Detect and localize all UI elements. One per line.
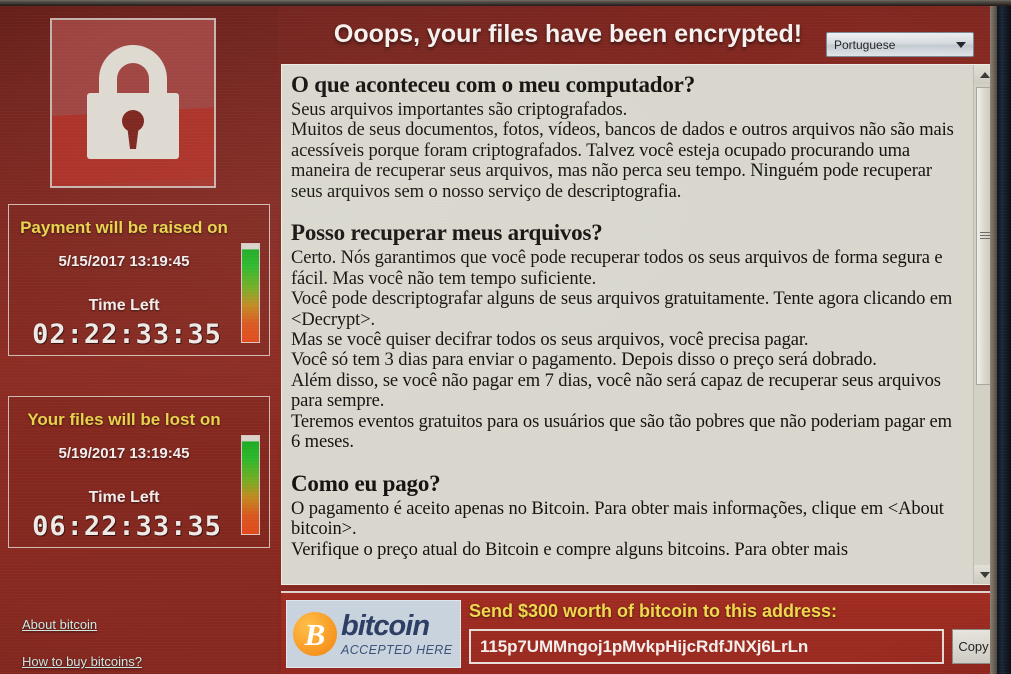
section-text: Você só tem 3 dias para enviar o pagamen… <box>291 350 877 371</box>
how-to-buy-bitcoins-link[interactable]: How to buy bitcoins? <box>22 654 142 669</box>
section-text: Seus arquivos importantes são criptograf… <box>291 100 628 121</box>
section-heading-what-happened: O que aconteceu com o meu computador? <box>291 72 695 97</box>
countdown-date: 5/19/2017 13:19:45 <box>58 445 190 462</box>
language-select[interactable]: Portuguese <box>826 32 974 57</box>
countdown-digits: 06:22:33:35 <box>32 511 222 542</box>
section-text: Certo. Nós garantimos que você pode recu… <box>291 248 943 289</box>
bitcoin-logo-subtitle: ACCEPTED HERE <box>341 642 453 657</box>
bitcoin-coin-icon: B <box>293 612 337 656</box>
page-title: Ooops, your files have been encrypted! <box>333 20 803 48</box>
ransomware-window: Payment will be raised on 5/15/2017 13:1… <box>0 6 997 674</box>
monitor-bezel-top <box>0 0 1011 6</box>
bitcoin-logo-name: bitcoin <box>341 609 430 642</box>
countdown-time-left-label: Time Left <box>88 489 160 506</box>
countdown-time-left-label: Time Left <box>88 297 160 314</box>
ransom-note-panel: O que aconteceu com o meu computador? Se… <box>281 64 995 585</box>
monitor-photo: Payment will be raised on 5/15/2017 13:1… <box>0 0 1011 674</box>
header-bar: Ooops, your files have been encrypted! P… <box>278 6 997 61</box>
countdown-date: 5/15/2017 13:19:45 <box>58 253 190 270</box>
section-text: Mas se você quiser decifrar todos os seu… <box>291 330 809 351</box>
payment-bar: B bitcoin ACCEPTED HERE Send $300 worth … <box>281 591 995 674</box>
countdown-card-payment-raised: Payment will be raised on 5/15/2017 13:1… <box>8 204 270 356</box>
section-heading-how-do-i-pay: Como eu pago? <box>291 470 441 496</box>
monitor-bezel-right <box>997 0 1011 674</box>
monitor-bezel-inner <box>990 0 997 674</box>
triangle-up-icon <box>979 71 990 78</box>
about-bitcoin-link[interactable]: About bitcoin <box>22 617 97 632</box>
padlock-icon <box>50 18 216 188</box>
countdown-card-files-lost: Your files will be lost on 5/19/2017 13:… <box>8 396 270 548</box>
section-text: Além disso, se você não pagar em 7 dias,… <box>291 370 941 412</box>
left-panel: Payment will be raised on 5/15/2017 13:1… <box>0 6 278 674</box>
section-text: O pagamento é aceito apenas no Bitcoin. … <box>291 498 944 540</box>
send-amount-label: Send $300 worth of bitcoin to this addre… <box>469 601 838 621</box>
padlock-glyph <box>87 45 179 159</box>
countdown-gauge <box>241 435 260 535</box>
section-text: Teremos eventos gratuitos para os usuári… <box>291 411 952 453</box>
chevron-down-icon <box>956 41 966 48</box>
bitcoin-accepted-here-logo: B bitcoin ACCEPTED HERE <box>286 600 461 668</box>
bitcoin-address-field[interactable]: 115p7UMMngoj1pMvkpHijcRdfJNXj6LrLn <box>469 629 944 664</box>
ransom-note-scroll-area[interactable]: O que aconteceu com o meu computador? Se… <box>282 65 974 584</box>
countdown-title: Your files will be lost on <box>27 410 221 429</box>
countdown-gauge <box>241 243 260 343</box>
section-text: Verifique o preço atual do Bitcoin e com… <box>291 539 849 560</box>
section-text: Muitos de seus documentos, fotos, vídeos… <box>291 120 954 202</box>
countdown-title: Payment will be raised on <box>20 218 228 237</box>
triangle-down-icon <box>979 571 990 578</box>
language-select-value: Portuguese <box>834 37 896 52</box>
copy-button[interactable]: Copy <box>952 629 995 664</box>
countdown-digits: 02:22:33:35 <box>32 319 222 350</box>
section-heading-can-i-recover: Posso recuperar meus arquivos? <box>291 220 603 246</box>
grip-lines-icon <box>980 232 990 240</box>
section-text: Você pode descriptografar alguns de seus… <box>291 289 953 330</box>
